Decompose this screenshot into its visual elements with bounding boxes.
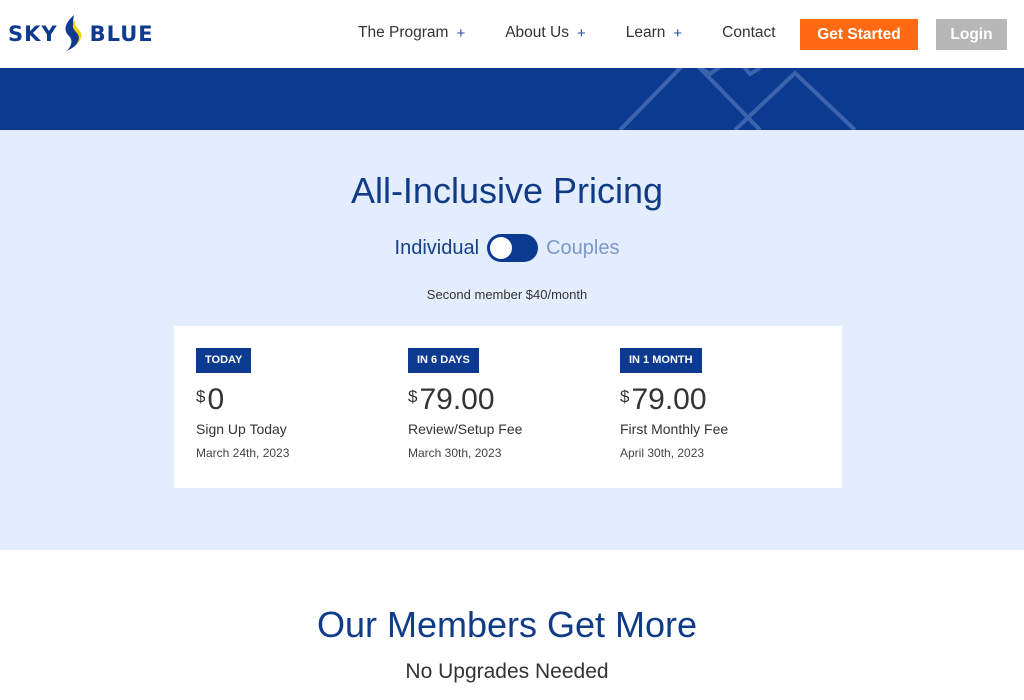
tier-date: April 30th, 2023 (620, 446, 705, 460)
pricing-tier: IN 1 MONTH $ 79.00 First Monthly Fee Apr… (620, 348, 820, 460)
tier-amount: 79.00 (631, 383, 707, 416)
site-header: SKY BLUE The Program + About Us + Learn … (0, 0, 1024, 68)
nav-item-learn[interactable]: Learn + (626, 24, 682, 42)
toggle-label-individual[interactable]: Individual (395, 237, 480, 260)
tier-tag: TODAY (196, 348, 252, 373)
toggle-label-couples[interactable]: Couples (546, 237, 619, 260)
currency-symbol: $ (196, 387, 206, 406)
plus-icon: + (456, 24, 466, 42)
main-nav: The Program + About Us + Learn + Contact (358, 24, 776, 42)
members-title: Our Members Get More (316, 604, 698, 645)
mountain-outline-graphic (618, 68, 857, 130)
tier-date: March 30th, 2023 (408, 446, 502, 460)
tier-tag: IN 1 MONTH (620, 348, 702, 373)
nav-item-label: The Program (358, 24, 449, 41)
logo-text-blue: BLUE (89, 22, 154, 46)
pricing-title: All-Inclusive Pricing (350, 170, 664, 211)
plus-icon: + (576, 24, 586, 42)
tier-date: March 24th, 2023 (196, 446, 290, 460)
get-started-button[interactable]: Get Started (800, 19, 918, 50)
currency-symbol: $ (620, 387, 630, 406)
pricing-tier: TODAY $ 0 Sign Up Today March 24th, 2023 (196, 348, 396, 460)
members-subtitle: No Upgrades Needed (405, 660, 609, 683)
logo-text-sky: SKY (8, 22, 58, 46)
nav-item-the-program[interactable]: The Program + (358, 24, 465, 42)
pricing-card: TODAY $ 0 Sign Up Today March 24th, 2023… (174, 326, 842, 488)
plan-toggle-row: Individual Couples (0, 234, 1014, 262)
plus-icon: + (673, 24, 683, 42)
tier-price: $ 79.00 (408, 383, 608, 417)
tier-price: $ 0 (196, 383, 396, 417)
hero-banner (0, 68, 1024, 130)
nav-item-label: Learn (625, 24, 666, 41)
tier-label: Review/Setup Fee (408, 421, 523, 437)
tier-tag: IN 6 DAYS (408, 348, 479, 373)
pricing-section: All-Inclusive Pricing Individual Couples… (0, 130, 1024, 550)
sky-blue-logo-icon (65, 15, 81, 51)
toggle-knob (490, 237, 513, 259)
tier-label: First Monthly Fee (620, 421, 729, 437)
nav-item-label: About Us (505, 24, 569, 41)
tier-amount: 0 (207, 383, 225, 416)
nav-item-label: Contact (722, 24, 776, 41)
tier-price: $ 79.00 (620, 383, 820, 417)
currency-symbol: $ (408, 387, 418, 406)
pricing-tier: IN 6 DAYS $ 79.00 Review/Setup Fee March… (408, 348, 608, 460)
site-logo[interactable]: SKY BLUE (8, 12, 154, 56)
nav-item-about-us[interactable]: About Us + (505, 24, 586, 42)
nav-item-contact[interactable]: Contact (722, 24, 775, 42)
second-member-note: Second member $40/month (426, 287, 588, 302)
tier-amount: 79.00 (419, 383, 495, 416)
login-button[interactable]: Login (936, 19, 1007, 50)
plan-toggle-switch[interactable] (487, 234, 539, 262)
tier-label: Sign Up Today (196, 421, 287, 437)
